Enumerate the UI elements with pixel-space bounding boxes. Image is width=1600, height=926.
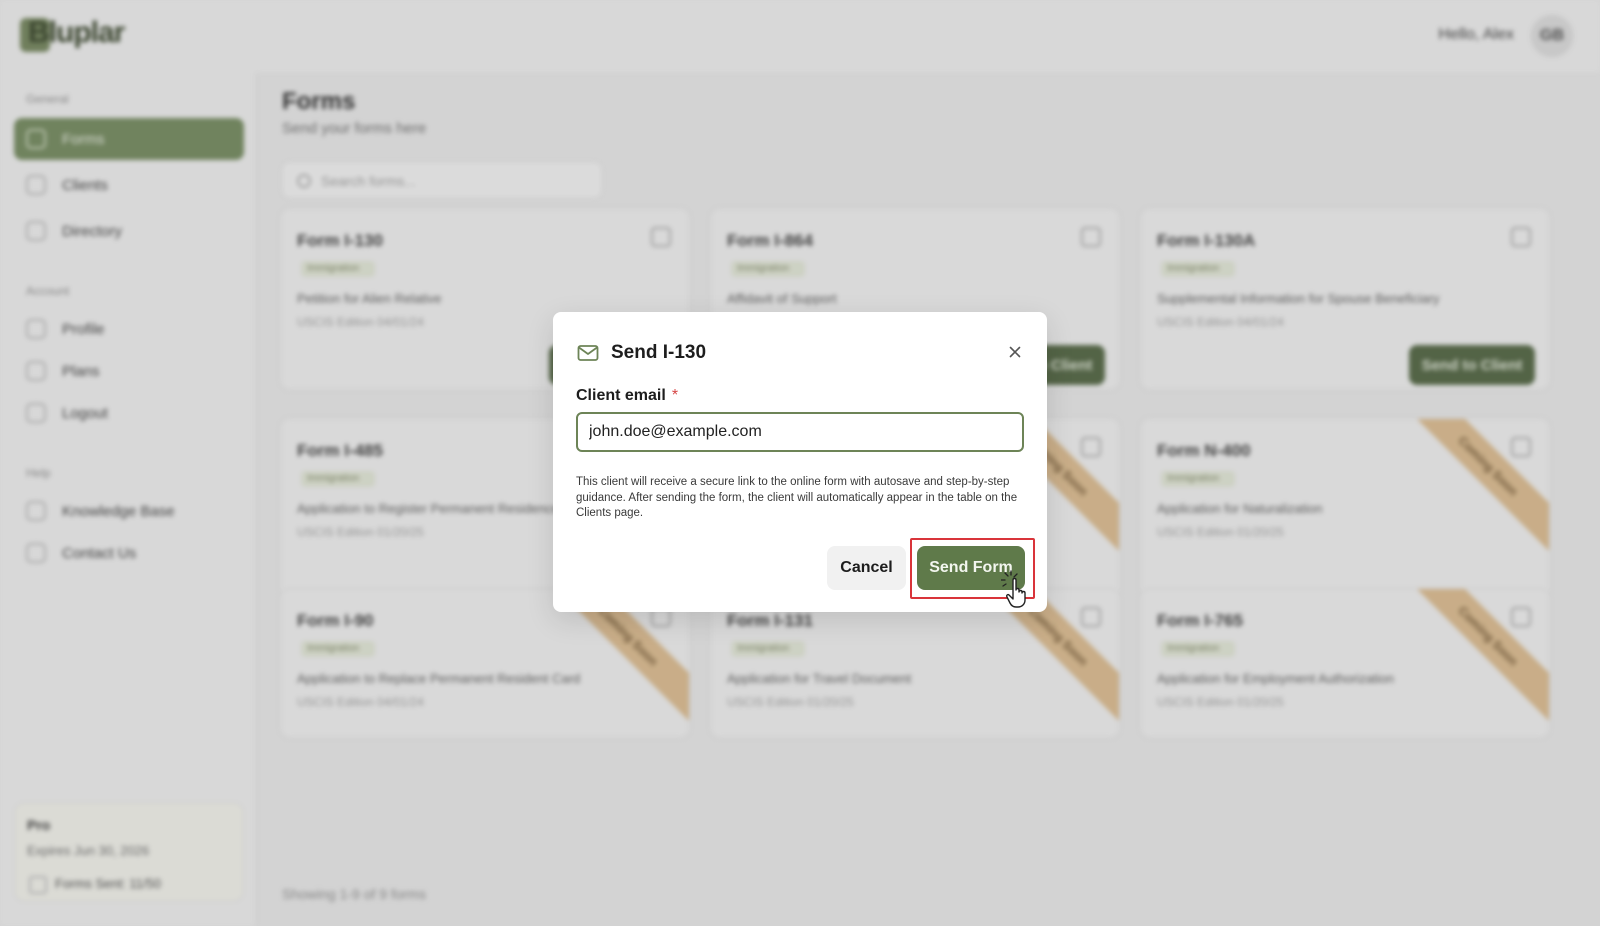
send-form-dialog: Send I-130 Client email * This client wil… bbox=[553, 312, 1047, 612]
cancel-button[interactable]: Cancel bbox=[827, 546, 906, 590]
client-email-input[interactable] bbox=[576, 412, 1024, 452]
close-button[interactable] bbox=[1003, 340, 1027, 364]
dialog-help-text: This client will receive a secure link t… bbox=[576, 476, 1018, 519]
dialog-title: Send I-130 bbox=[611, 342, 707, 363]
mail-icon bbox=[577, 345, 599, 361]
required-indicator: * bbox=[671, 387, 679, 404]
dialog-header: Send I-130 bbox=[577, 340, 706, 366]
hand-pointer-icon bbox=[1001, 570, 1026, 608]
client-email-label: Client email * bbox=[576, 387, 678, 405]
client-email-label-text: Client email bbox=[576, 387, 666, 404]
close-icon bbox=[1009, 346, 1021, 358]
